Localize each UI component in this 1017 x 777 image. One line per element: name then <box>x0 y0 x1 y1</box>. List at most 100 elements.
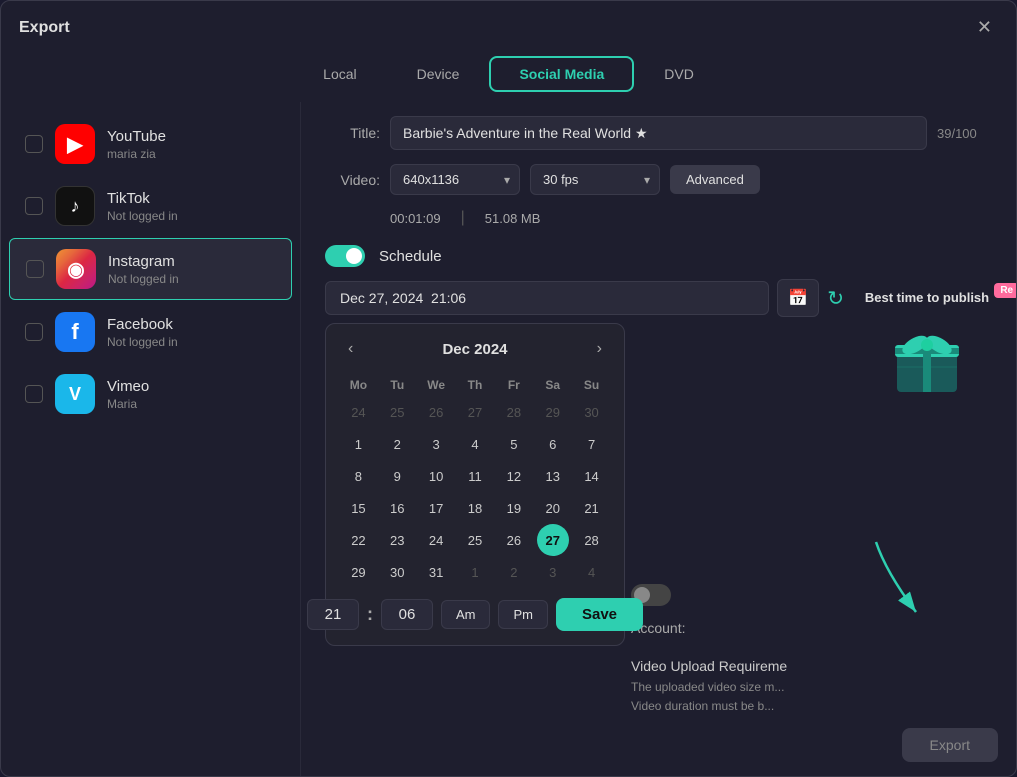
sidebar: ▶ YouTube maria zia ♪ TikTok Not logged … <box>1 102 301 776</box>
vimeo-name: Vimeo <box>107 378 276 395</box>
cal-day[interactable]: 18 <box>459 492 491 524</box>
cal-day[interactable]: 20 <box>537 492 569 524</box>
youtube-status: maria zia <box>107 147 276 161</box>
pm-button[interactable]: Pm <box>498 600 548 629</box>
cal-day-today[interactable]: 27 <box>537 524 569 556</box>
cal-day[interactable]: 2 <box>381 428 413 460</box>
calendar-week-1: 1 2 3 4 5 6 7 <box>340 428 610 460</box>
tab-local[interactable]: Local <box>293 56 386 92</box>
calendar-icon-button[interactable]: 📅 <box>777 279 819 317</box>
schedule-label: Schedule <box>379 248 442 265</box>
export-button[interactable]: Export <box>902 728 998 762</box>
main-content: ▶ YouTube maria zia ♪ TikTok Not logged … <box>1 102 1016 776</box>
best-time-badge: Re <box>994 283 1016 298</box>
hour-input[interactable] <box>307 599 359 630</box>
cal-day[interactable]: 26 <box>420 396 452 428</box>
resolution-select[interactable]: 640x1136 1280x720 1920x1080 <box>390 164 520 195</box>
instagram-checkbox[interactable] <box>26 260 44 278</box>
cal-day[interactable]: 31 <box>420 556 452 588</box>
platform-item-youtube[interactable]: ▶ YouTube maria zia <box>9 114 292 174</box>
title-input[interactable] <box>390 116 927 150</box>
dow-mo: Mo <box>340 374 377 396</box>
cal-day[interactable]: 15 <box>342 492 374 524</box>
cal-day[interactable]: 29 <box>537 396 569 428</box>
cal-day[interactable]: 14 <box>576 460 608 492</box>
tiktok-status: Not logged in <box>107 209 276 223</box>
cal-day[interactable]: 9 <box>381 460 413 492</box>
dow-we: We <box>418 374 455 396</box>
filesize-text: 51.08 MB <box>485 211 541 226</box>
instagram-status: Not logged in <box>108 272 275 286</box>
platform-item-instagram[interactable]: ◉ Instagram Not logged in <box>9 238 292 300</box>
save-button[interactable]: Save <box>556 598 643 631</box>
vimeo-info: Vimeo Maria <box>107 378 276 411</box>
calendar-next-button[interactable]: › <box>589 338 610 360</box>
cal-day[interactable]: 19 <box>498 492 530 524</box>
cal-day[interactable]: 4 <box>576 556 608 588</box>
refresh-icon-button[interactable]: ↻ <box>827 286 844 311</box>
cal-day[interactable]: 22 <box>342 524 374 556</box>
schedule-toggle[interactable] <box>325 245 365 267</box>
cal-day[interactable]: 27 <box>459 396 491 428</box>
cal-day[interactable]: 24 <box>420 524 452 556</box>
facebook-info: Facebook Not logged in <box>107 316 276 349</box>
cal-day[interactable]: 21 <box>576 492 608 524</box>
calendar-prev-button[interactable]: ‹ <box>340 338 361 360</box>
cal-day[interactable]: 29 <box>342 556 374 588</box>
cal-day[interactable]: 12 <box>498 460 530 492</box>
cal-day[interactable]: 1 <box>342 428 374 460</box>
cal-day[interactable]: 25 <box>459 524 491 556</box>
cal-day[interactable]: 26 <box>498 524 530 556</box>
advanced-button[interactable]: Advanced <box>670 165 760 194</box>
dow-sa: Sa <box>534 374 571 396</box>
fps-wrapper: 30 fps 24 fps 60 fps <box>530 164 660 195</box>
cal-day[interactable]: 30 <box>576 396 608 428</box>
cal-day[interactable]: 5 <box>498 428 530 460</box>
instagram-logo: ◉ <box>56 249 96 289</box>
cal-day[interactable]: 3 <box>420 428 452 460</box>
tab-device[interactable]: Device <box>387 56 490 92</box>
close-button[interactable]: ✕ <box>971 15 998 40</box>
cal-day[interactable]: 1 <box>459 556 491 588</box>
cal-day[interactable]: 6 <box>537 428 569 460</box>
minute-input[interactable] <box>381 599 433 630</box>
facebook-checkbox[interactable] <box>25 323 43 341</box>
platform-item-facebook[interactable]: f Facebook Not logged in <box>9 302 292 362</box>
youtube-checkbox[interactable] <box>25 135 43 153</box>
title-count: 39/100 <box>937 126 992 141</box>
time-separator: : <box>367 604 373 625</box>
cal-day[interactable]: 23 <box>381 524 413 556</box>
am-button[interactable]: Am <box>441 600 491 629</box>
cal-day[interactable]: 10 <box>420 460 452 492</box>
cal-day[interactable]: 3 <box>537 556 569 588</box>
cal-day[interactable]: 25 <box>381 396 413 428</box>
tab-social-media[interactable]: Social Media <box>489 56 634 92</box>
cal-day[interactable]: 28 <box>576 524 608 556</box>
platform-item-vimeo[interactable]: V Vimeo Maria <box>9 364 292 424</box>
cal-day[interactable]: 30 <box>381 556 413 588</box>
cal-day[interactable]: 11 <box>459 460 491 492</box>
cal-day[interactable]: 28 <box>498 396 530 428</box>
cal-day[interactable]: 4 <box>459 428 491 460</box>
cal-day[interactable]: 24 <box>342 396 374 428</box>
platform-item-tiktok[interactable]: ♪ TikTok Not logged in <box>9 176 292 236</box>
datetime-row: 📅 ↻ <box>325 279 844 317</box>
tiktok-checkbox[interactable] <box>25 197 43 215</box>
cal-day[interactable]: 13 <box>537 460 569 492</box>
youtube-name: YouTube <box>107 128 276 145</box>
cal-day[interactable]: 8 <box>342 460 374 492</box>
cal-day[interactable]: 17 <box>420 492 452 524</box>
calendar-popup: ‹ Dec 2024 › Mo Tu We T <box>325 323 625 646</box>
tiktok-name: TikTok <box>107 190 276 207</box>
fps-select[interactable]: 30 fps 24 fps 60 fps <box>530 164 660 195</box>
cal-day[interactable]: 7 <box>576 428 608 460</box>
calendar-header: ‹ Dec 2024 › <box>340 338 610 360</box>
tab-dvd[interactable]: DVD <box>634 56 724 92</box>
datetime-input[interactable] <box>325 281 769 315</box>
calendar-week-0: 24 25 26 27 28 29 30 <box>340 396 610 428</box>
facebook-name: Facebook <box>107 316 276 333</box>
cal-day[interactable]: 2 <box>498 556 530 588</box>
video-upload-line2: Video duration must be b... <box>631 697 787 716</box>
cal-day[interactable]: 16 <box>381 492 413 524</box>
vimeo-checkbox[interactable] <box>25 385 43 403</box>
